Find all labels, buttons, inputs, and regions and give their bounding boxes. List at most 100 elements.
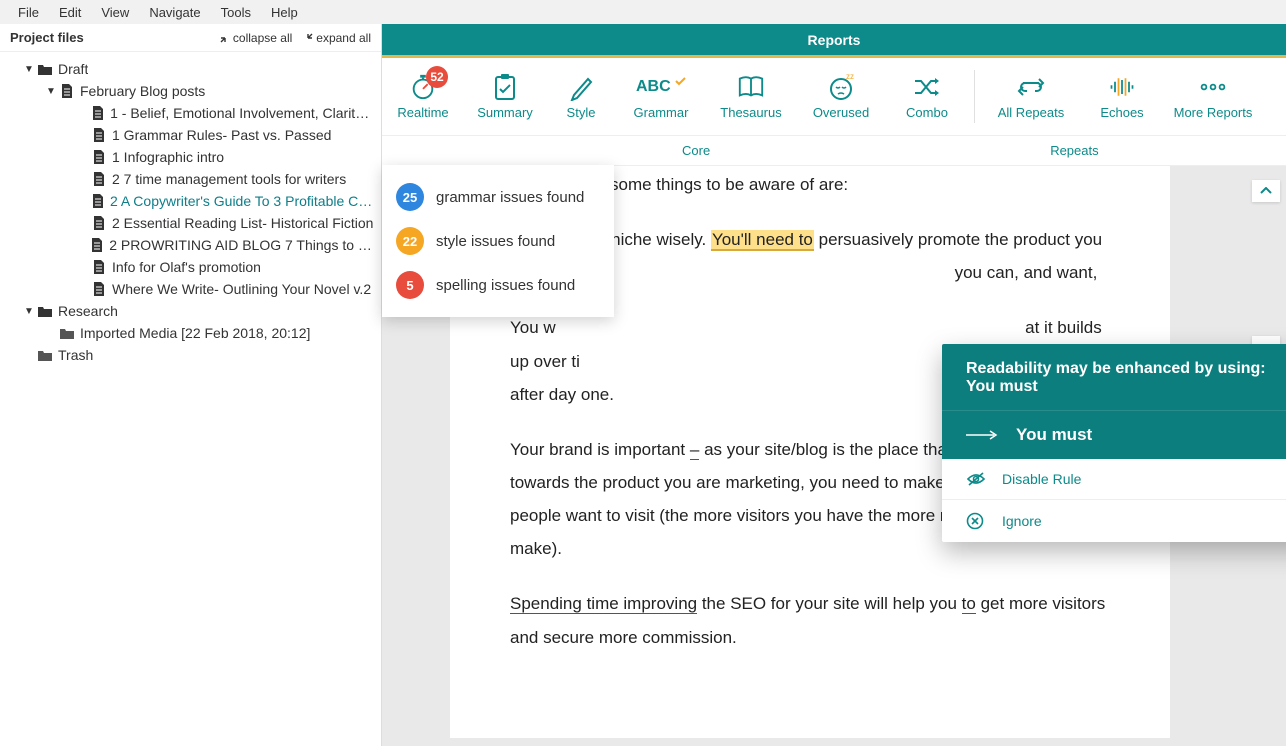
- soundwave-icon: [1108, 73, 1136, 101]
- document-icon: [89, 193, 106, 209]
- menu-view[interactable]: View: [91, 3, 139, 22]
- document-icon: [89, 105, 106, 121]
- tool-combo[interactable]: Combo: [886, 58, 968, 135]
- apply-suggestion-label: You must: [1016, 425, 1092, 445]
- repeat-icon: [1017, 73, 1045, 101]
- subtab-core[interactable]: Core: [682, 143, 710, 158]
- tree-folder-feb[interactable]: ▼ February Blog posts: [0, 80, 381, 102]
- tools-bar: Realtime 52 Summary Style ABC Grammar Th…: [382, 58, 1286, 136]
- realtime-badge: 52: [426, 66, 448, 88]
- document-icon: [90, 259, 108, 275]
- tool-label: Combo: [906, 105, 948, 120]
- tool-overused[interactable]: zz Overused: [796, 58, 886, 135]
- tool-grammar[interactable]: ABC Grammar: [616, 58, 706, 135]
- tree-label: 2 Essential Reading List- Historical Fic…: [112, 215, 373, 231]
- issue-row-grammar[interactable]: 25 grammar issues found: [382, 175, 614, 219]
- tree-file[interactable]: ▸Info for Olaf's promotion: [0, 256, 381, 278]
- tree-label: 2 PROWRITING AID BLOG 7 Things to Master: [109, 237, 375, 253]
- tree-label: 1 Infographic intro: [112, 149, 224, 165]
- issue-row-spelling[interactable]: 5 spelling issues found: [382, 263, 614, 307]
- document-icon: [89, 237, 105, 253]
- issue-label: grammar issues found: [436, 189, 584, 206]
- tree-label: 1 Grammar Rules- Past vs. Passed: [112, 127, 331, 143]
- document-icon: [90, 281, 108, 297]
- tree-file[interactable]: ▸2 Essential Reading List- Historical Fi…: [0, 212, 381, 234]
- editor-text: You w: [510, 318, 556, 337]
- expand-all-button[interactable]: expand all: [302, 31, 371, 45]
- document-icon: [90, 215, 108, 231]
- shuffle-icon: [913, 73, 941, 101]
- tool-echoes[interactable]: Echoes: [1081, 58, 1163, 135]
- menu-navigate[interactable]: Navigate: [139, 3, 210, 22]
- tool-label: Realtime: [397, 105, 448, 120]
- tree-label: Trash: [58, 347, 93, 363]
- tool-realtime[interactable]: Realtime 52: [382, 58, 464, 135]
- underlined-text[interactable]: to: [962, 594, 976, 614]
- tool-label: Summary: [477, 105, 533, 120]
- tree-folder-draft[interactable]: ▼ Draft: [0, 58, 381, 80]
- document-icon: [90, 171, 108, 187]
- tree-file-selected[interactable]: ▸2 A Copywriter's Guide To 3 Profitable …: [0, 190, 381, 212]
- menu-file[interactable]: File: [8, 3, 49, 22]
- close-circle-icon: [966, 512, 990, 530]
- underlined-text[interactable]: –: [690, 440, 699, 460]
- issue-count-badge: 22: [396, 227, 424, 255]
- tool-label: Echoes: [1100, 105, 1143, 120]
- tool-morereports[interactable]: More Reports: [1163, 58, 1263, 135]
- tree-label: February Blog posts: [80, 83, 205, 99]
- sidebar: Project files collapse all expand all ▼ …: [0, 24, 382, 746]
- reports-header: Reports: [382, 24, 1286, 58]
- tree-file[interactable]: ▸2 PROWRITING AID BLOG 7 Things to Maste…: [0, 234, 381, 256]
- tree-label: 1 - Belief, Emotional Involvement, Clari…: [110, 105, 375, 121]
- folder-icon: [36, 348, 54, 362]
- suggestion-replacement-preview: You must: [966, 378, 1286, 396]
- tree-folder-trash[interactable]: ▸ Trash: [0, 344, 381, 366]
- highlighted-suggestion[interactable]: You'll need to: [711, 230, 814, 251]
- tree-file[interactable]: ▸1 - Belief, Emotional Involvement, Clar…: [0, 102, 381, 124]
- more-dots-icon: [1199, 73, 1227, 101]
- issue-label: style issues found: [436, 233, 555, 250]
- reports-title: Reports: [808, 32, 861, 48]
- tool-label: Grammar: [634, 105, 689, 120]
- issue-row-style[interactable]: 22 style issues found: [382, 219, 614, 263]
- editor-text: Your brand is important: [510, 440, 690, 459]
- ignore-button[interactable]: Ignore: [942, 499, 1286, 542]
- scroll-up-button[interactable]: [1252, 180, 1280, 202]
- tree-file[interactable]: ▸Where We Write- Outlining Your Novel v.…: [0, 278, 381, 300]
- menu-tools[interactable]: Tools: [211, 3, 261, 22]
- tree-folder-imported[interactable]: ▸ Imported Media [22 Feb 2018, 20:12]: [0, 322, 381, 344]
- tree-label: Where We Write- Outlining Your Novel v.2: [112, 281, 371, 297]
- collapse-all-label: collapse all: [233, 31, 292, 45]
- ignore-label: Ignore: [1002, 513, 1042, 529]
- collapse-all-button[interactable]: collapse all: [219, 31, 292, 45]
- tree-file[interactable]: ▸2 7 time management tools for writers: [0, 168, 381, 190]
- document-icon: [90, 149, 108, 165]
- tool-allrepeats[interactable]: All Repeats: [981, 58, 1081, 135]
- tree-file[interactable]: ▸1 Grammar Rules- Past vs. Passed: [0, 124, 381, 146]
- svg-text:zz: zz: [846, 73, 854, 81]
- tool-label: Overused: [813, 105, 869, 120]
- tool-label: More Reports: [1174, 105, 1253, 120]
- suggestion-popup: Readability may be enhanced by using: Yo…: [942, 344, 1286, 542]
- tool-label: Style: [567, 105, 596, 120]
- apply-suggestion-button[interactable]: You must: [942, 410, 1286, 459]
- tool-style[interactable]: Style: [546, 58, 616, 135]
- menu-edit[interactable]: Edit: [49, 3, 91, 22]
- tree-label: Info for Olaf's promotion: [112, 259, 261, 275]
- menu-help[interactable]: Help: [261, 3, 308, 22]
- folder-open-icon: [36, 304, 54, 318]
- disable-rule-label: Disable Rule: [1002, 471, 1081, 487]
- tool-label: All Repeats: [998, 105, 1064, 120]
- underlined-text[interactable]: Spending time improving: [510, 594, 697, 614]
- tree-file[interactable]: ▸1 Infographic intro: [0, 146, 381, 168]
- tool-thesaurus[interactable]: Thesaurus: [706, 58, 796, 135]
- tree-label: Imported Media [22 Feb 2018, 20:12]: [80, 325, 310, 341]
- tool-summary[interactable]: Summary: [464, 58, 546, 135]
- sidebar-header: Project files collapse all expand all: [0, 24, 381, 52]
- tree-folder-research[interactable]: ▼ Research: [0, 300, 381, 322]
- expand-all-label: expand all: [316, 31, 371, 45]
- tree-label: Research: [58, 303, 118, 319]
- disable-rule-button[interactable]: Disable Rule: [942, 459, 1286, 499]
- subtab-repeats[interactable]: Repeats: [1050, 143, 1098, 158]
- right-panel: Reports Realtime 52 Summary Style ABC Gr…: [382, 24, 1286, 746]
